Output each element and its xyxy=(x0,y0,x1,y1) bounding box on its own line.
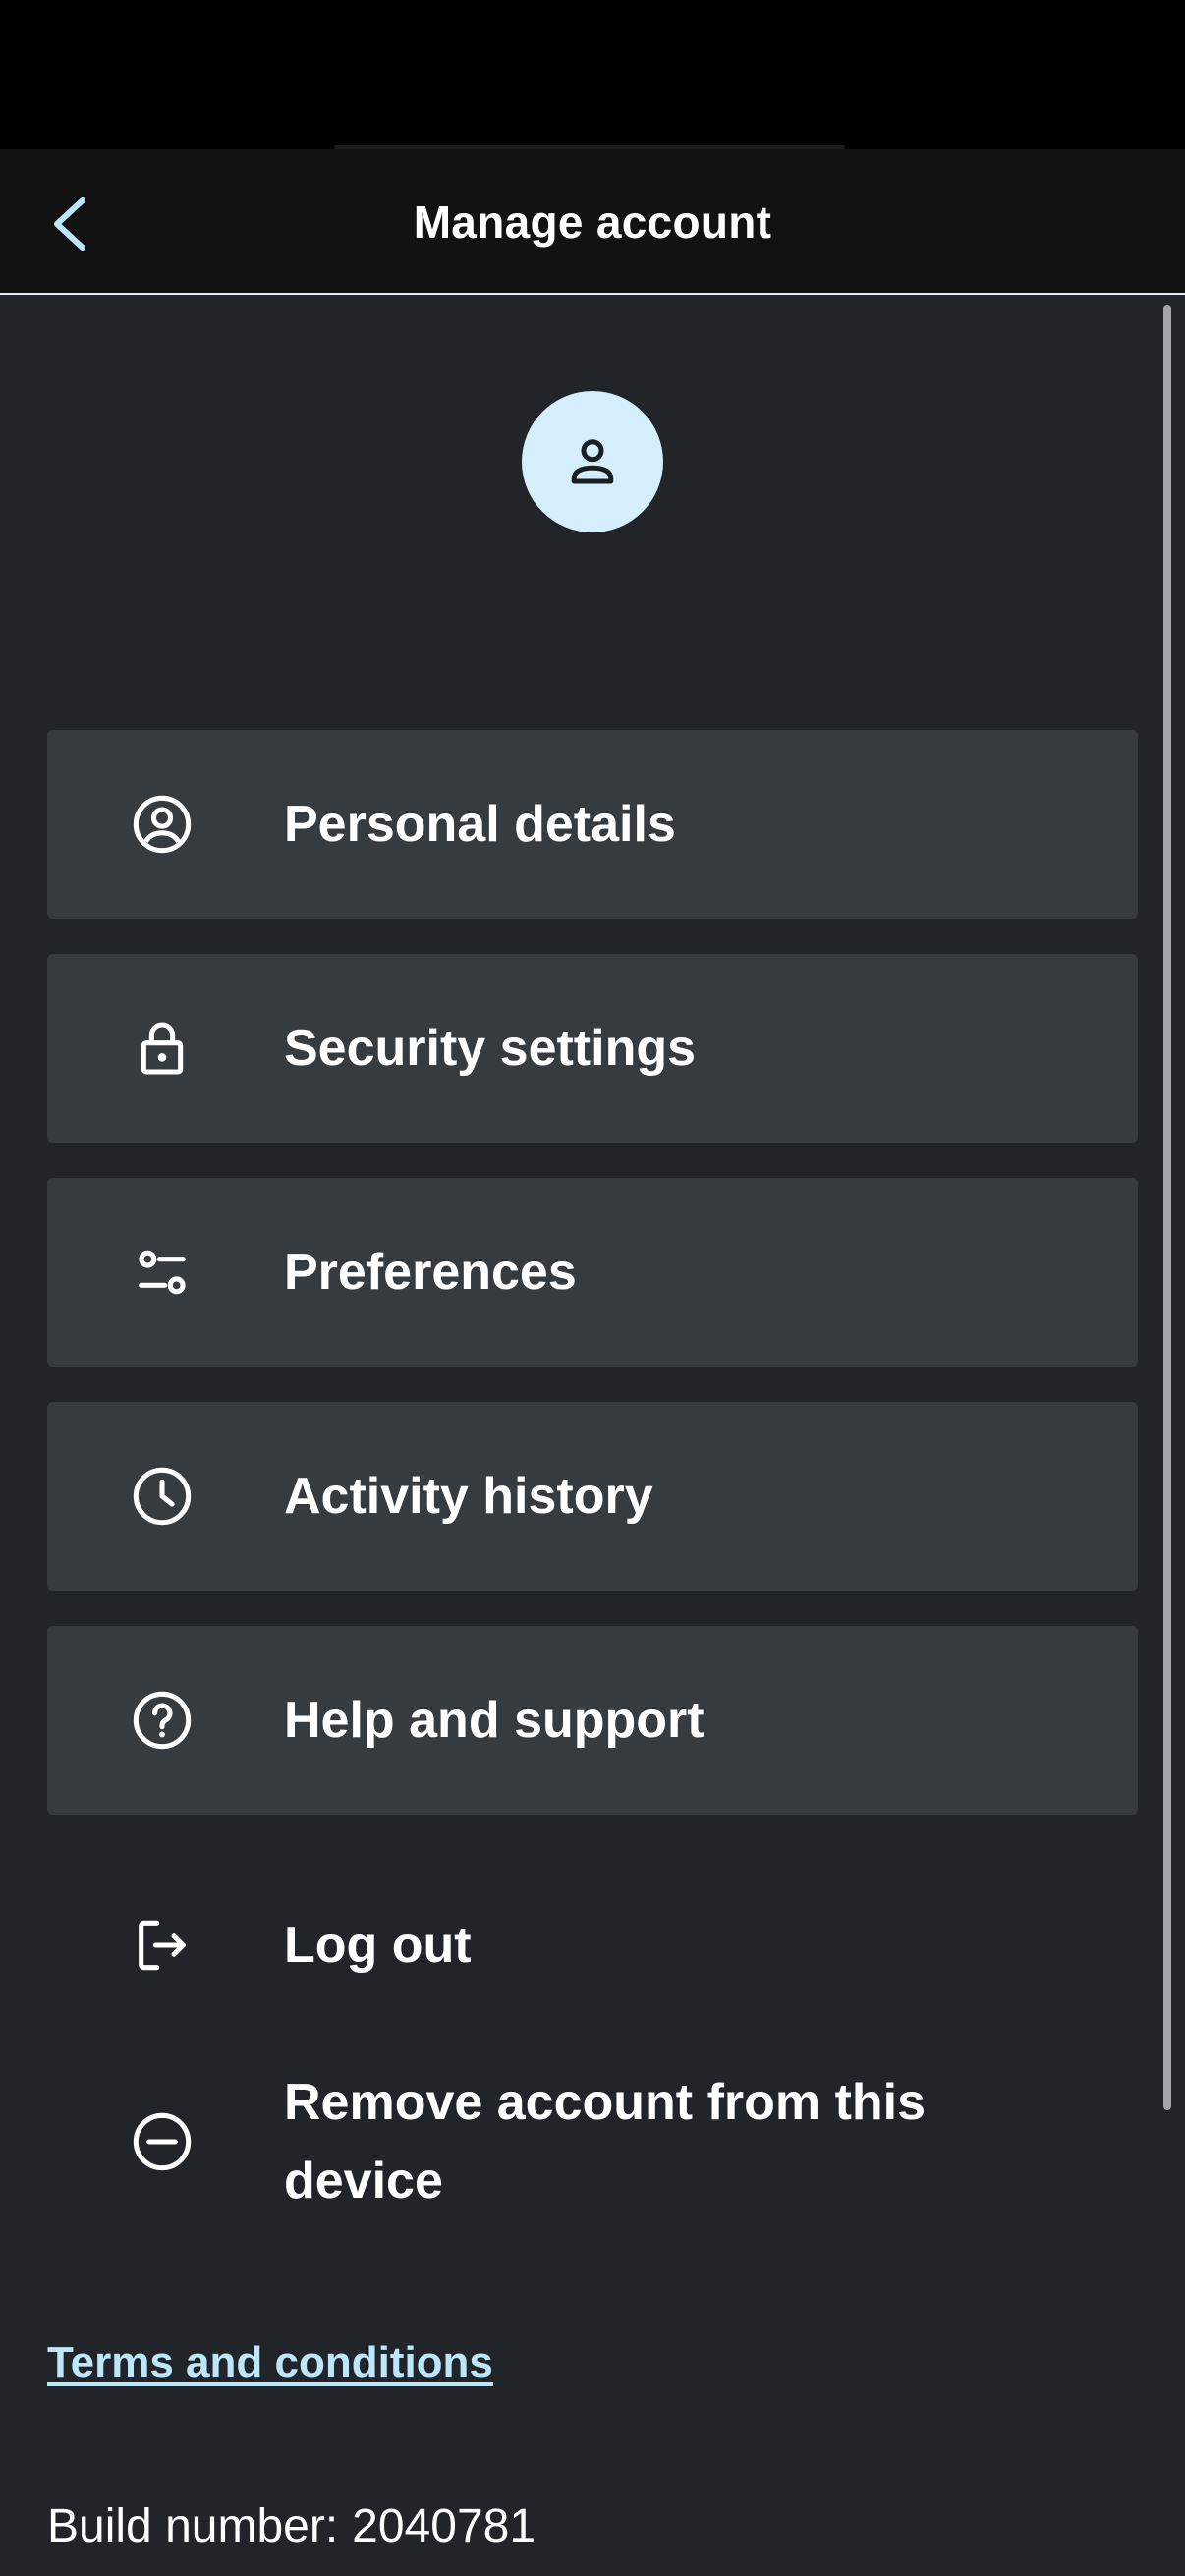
preferences-item[interactable]: Preferences xyxy=(47,1178,1138,1367)
help-and-support-item[interactable]: Help and support xyxy=(47,1626,1138,1815)
activity-history-item[interactable]: Activity history xyxy=(47,1402,1138,1591)
build-number-value: 2040781 xyxy=(352,2500,536,2552)
avatar[interactable] xyxy=(522,391,663,532)
menu-item-label: Personal details xyxy=(284,796,676,853)
terms-and-conditions-link[interactable]: Terms and conditions xyxy=(47,2338,493,2387)
page-title: Manage account xyxy=(413,196,772,248)
minus-circle-icon xyxy=(133,2112,192,2171)
logout-icon xyxy=(139,1920,186,1971)
clock-icon xyxy=(133,1467,192,1526)
top-app-bar: Manage account xyxy=(0,149,1185,295)
build-number-label: Build number: xyxy=(47,2500,339,2552)
menu-item-label: Activity history xyxy=(284,1468,653,1525)
lock-icon xyxy=(141,1022,184,1075)
security-settings-item[interactable]: Security settings xyxy=(47,954,1138,1143)
menu-item-label: Remove account from this device xyxy=(284,2074,927,2210)
scrollbar[interactable] xyxy=(1163,305,1171,2110)
menu-item-label: Security settings xyxy=(284,1020,697,1077)
help-circle-icon xyxy=(133,1691,192,1750)
personal-details-item[interactable]: Personal details xyxy=(47,730,1138,919)
user-icon xyxy=(571,439,614,484)
log-out-item[interactable]: Log out xyxy=(47,1896,1138,1994)
menu-item-label: Preferences xyxy=(284,1244,577,1301)
menu-item-label: Help and support xyxy=(284,1692,705,1749)
status-bar xyxy=(0,0,1185,149)
remove-account-item[interactable]: Remove account from this device xyxy=(47,2061,1138,2222)
menu-item-label: Log out xyxy=(284,1917,472,1974)
sliders-icon xyxy=(139,1250,186,1295)
build-number: Build number: 2040781 xyxy=(47,2499,536,2553)
user-circle-icon xyxy=(133,795,192,854)
